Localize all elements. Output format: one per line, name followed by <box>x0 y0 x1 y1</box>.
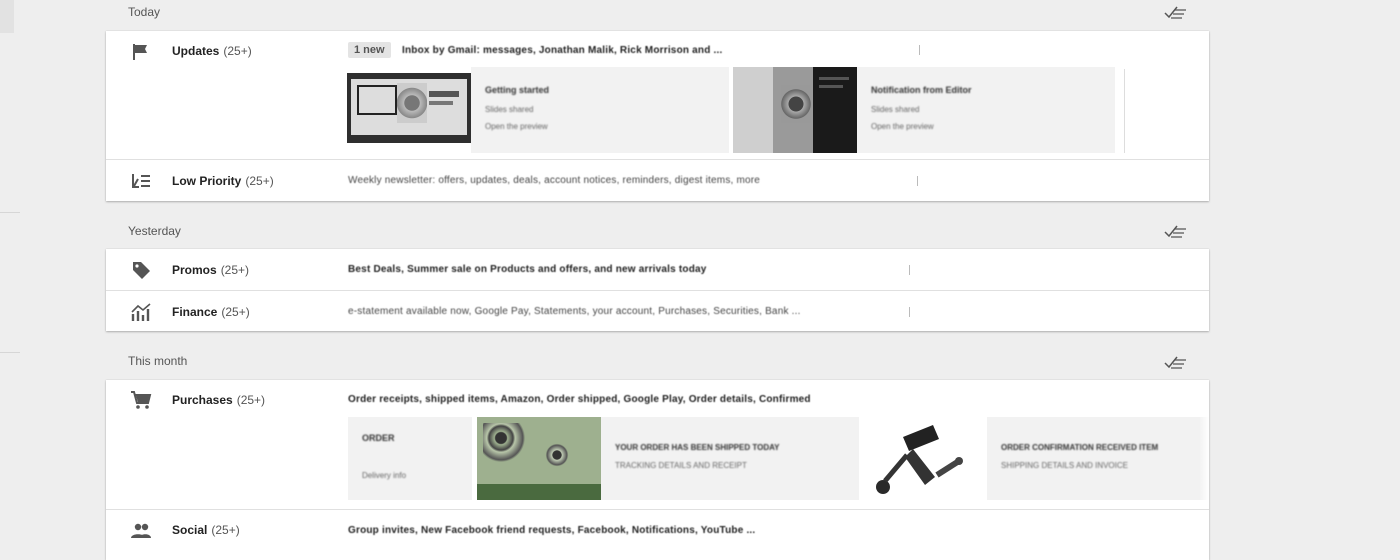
left-divider <box>0 212 20 213</box>
left-divider <box>0 352 20 353</box>
preview-line: Delivery info <box>362 471 407 480</box>
scroll-edge <box>1124 69 1125 153</box>
preview-line: Slides shared <box>871 105 920 114</box>
bundle-name: Promos <box>172 263 217 277</box>
preview-title: YOUR ORDER HAS BEEN SHIPPED TODAY <box>615 443 780 452</box>
bundle-row-low-priority[interactable]: Low Priority (25+) Weekly newsletter: off… <box>106 159 1209 201</box>
bundle-snippet: Best Deals, Summer sale on Products and … <box>348 264 707 275</box>
preview-title: Notification from Editor <box>871 85 972 95</box>
bundle-count: (25+) <box>245 174 274 188</box>
bundle-label: Updates (25+) <box>172 44 252 58</box>
snippet-end-mark <box>917 176 918 186</box>
bundle-snippet: Order receipts, shipped items, Amazon, O… <box>348 394 811 405</box>
sweep-done-icon[interactable] <box>1164 223 1188 239</box>
bundle-snippet: Inbox by Gmail: messages, Jonathan Malik… <box>402 45 723 56</box>
cart-icon <box>131 391 152 409</box>
flag-icon <box>133 44 147 60</box>
bundle-snippet: Weekly newsletter: offers, updates, deal… <box>348 175 761 186</box>
bundle-card-this-month: Purchases (25+) Order receipts, shipped i… <box>106 380 1209 560</box>
bundle-row-updates[interactable]: Updates (25+) 1 new Inbox by Gmail: messa… <box>106 31 1209 159</box>
bundle-row-finance[interactable]: Finance (25+) e-statement available now, … <box>106 290 1209 331</box>
snippet-end-mark <box>909 307 910 317</box>
bundle-label: Social (25+) <box>172 523 240 537</box>
bundle-label: Promos (25+) <box>172 263 249 277</box>
bundle-snippet: Group invites, New Facebook friend reque… <box>348 525 756 536</box>
bundle-name: Low Priority <box>172 174 242 188</box>
preview-line: Slides shared <box>485 105 534 114</box>
low-priority-icon <box>132 174 150 188</box>
preview-card[interactable]: YOUR ORDER HAS BEEN SHIPPED TODAY TRACKI… <box>477 417 859 500</box>
bundle-row-social[interactable]: Social (25+) Group invites, New Facebook … <box>106 509 1209 560</box>
preview-title: Getting started <box>485 85 550 95</box>
preview-line: SHIPPING DETAILS AND INVOICE <box>1001 461 1128 470</box>
tag-icon <box>133 262 150 279</box>
preview-line: Open the preview <box>485 122 548 131</box>
bundle-name: Updates <box>172 44 220 58</box>
bundle-label: Purchases (25+) <box>172 393 265 407</box>
section-title-this-month: This month <box>128 354 188 368</box>
preview-title: ORDER CONFIRMATION RECEIVED ITEM <box>1001 443 1159 452</box>
bundle-count: (25+) <box>223 44 252 58</box>
finance-chart-icon <box>131 303 151 321</box>
preview-title: ORDER <box>362 433 395 443</box>
preview-card[interactable]: ORDER CONFIRMATION RECEIVED ITEM SHIPPIN… <box>863 417 1209 500</box>
bundle-count: (25+) <box>220 263 250 277</box>
new-badge: 1 new <box>348 42 391 58</box>
bundle-name: Finance <box>172 305 218 319</box>
preview-line: Open the preview <box>871 122 934 131</box>
bundle-name: Purchases <box>172 393 233 407</box>
snippet-end-mark <box>909 265 910 275</box>
section-title-yesterday: Yesterday <box>128 224 181 238</box>
snippet-end-mark <box>919 45 920 55</box>
bundle-label: Finance (25+) <box>172 305 250 319</box>
bundle-card-yesterday: Promos (25+) Best Deals, Summer sale on P… <box>106 249 1209 331</box>
scroll-fade <box>1199 417 1209 500</box>
preview-card[interactable]: ORDER Delivery info <box>348 417 472 500</box>
preview-line: TRACKING DETAILS AND RECEIPT <box>615 461 747 470</box>
product-image <box>876 425 963 494</box>
preview-thumbnail <box>347 67 471 153</box>
preview-thumbnail <box>477 417 601 500</box>
sweep-done-icon[interactable] <box>1164 4 1188 20</box>
bundle-name: Social <box>172 523 208 537</box>
preview-card[interactable]: Notification from Editor Slides shared O… <box>733 67 1115 153</box>
bundle-label: Low Priority (25+) <box>172 174 274 188</box>
left-rail <box>0 0 14 33</box>
bundle-row-promos[interactable]: Promos (25+) Best Deals, Summer sale on P… <box>106 249 1209 290</box>
preview-thumbnail <box>863 417 987 500</box>
bundle-row-purchases[interactable]: Purchases (25+) Order receipts, shipped i… <box>106 380 1209 509</box>
preview-thumbnail <box>733 67 857 153</box>
preview-card[interactable]: Getting started Slides shared Open the p… <box>347 67 729 153</box>
bundle-snippet: e-statement available now, Google Pay, S… <box>348 306 801 317</box>
bundle-count: (25+) <box>221 305 250 319</box>
people-icon <box>131 523 151 538</box>
sweep-done-icon[interactable] <box>1164 354 1188 370</box>
bundle-card-today: Updates (25+) 1 new Inbox by Gmail: messa… <box>106 31 1209 201</box>
bundle-count: (25+) <box>236 393 266 407</box>
section-title-today: Today <box>128 5 161 19</box>
bundle-count: (25+) <box>211 523 240 537</box>
